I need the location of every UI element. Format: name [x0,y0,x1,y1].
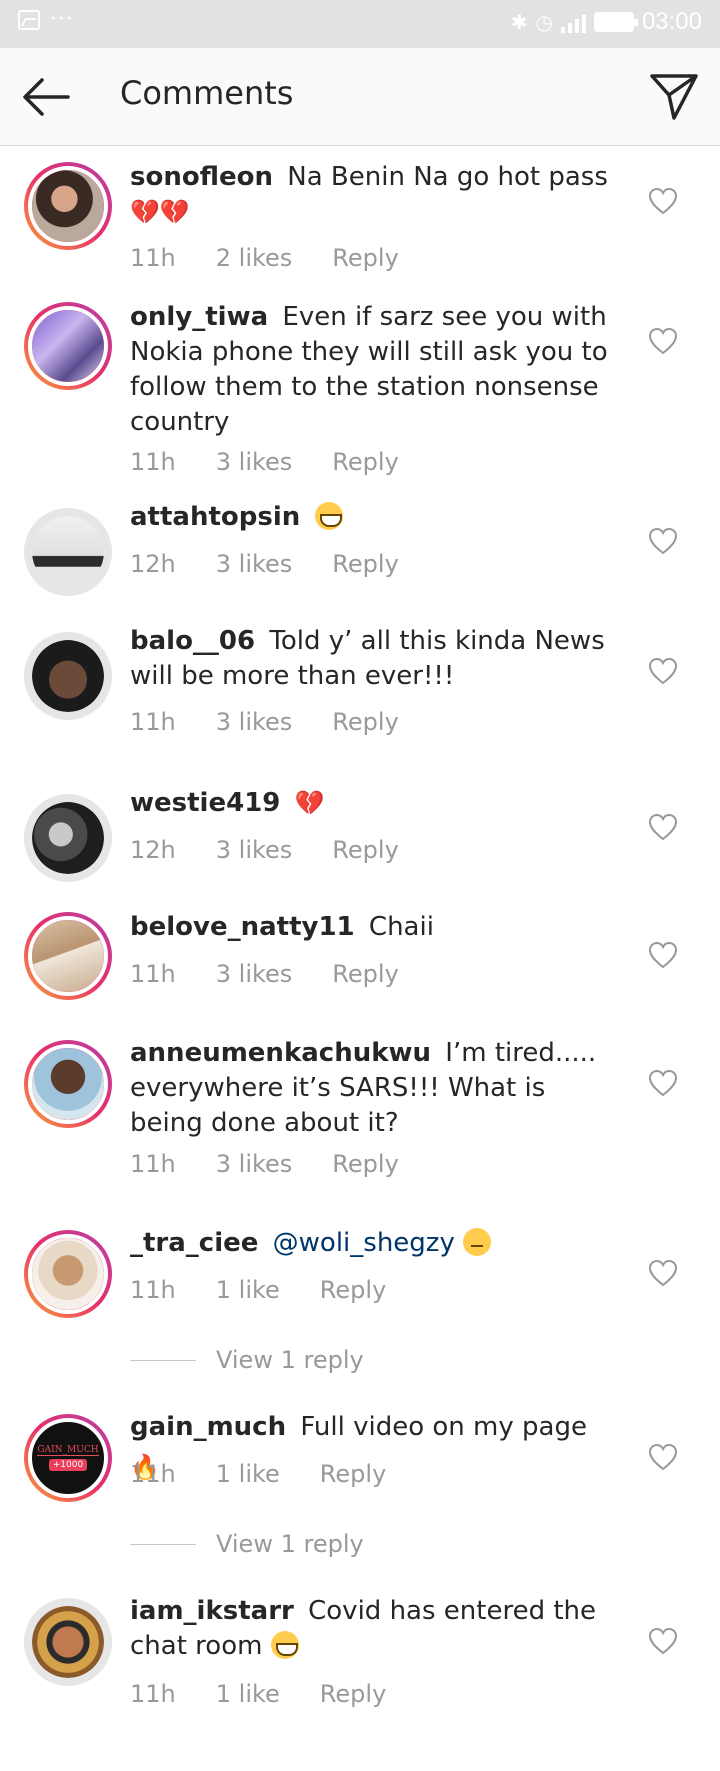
comment-username[interactable]: sonofleon [130,162,273,192]
comment-time: 11h [130,1276,176,1304]
reply-button[interactable]: Reply [332,836,398,864]
avatar[interactable]: GAIN_MUCH +1000 [24,1414,112,1502]
avatar[interactable] [24,302,112,390]
comment-time: 11h [130,1460,176,1488]
comment-username[interactable]: gain_much [130,1412,286,1442]
like-heart-icon[interactable] [648,657,678,685]
bluetooth-icon: ✱ [510,10,528,34]
like-heart-icon[interactable] [648,187,678,215]
avatar[interactable] [24,794,112,882]
avatar[interactable] [24,912,112,1000]
avatar[interactable] [24,632,112,720]
view-replies-button[interactable]: View 1 reply [130,1346,364,1374]
divider [130,1543,196,1545]
app-header: Comments [0,48,720,146]
direct-send-icon[interactable] [648,70,700,122]
comment-likes[interactable]: 3 likes [216,448,293,476]
gallery-notification-icon [18,10,40,30]
comment-likes[interactable]: 1 like [216,1460,280,1488]
comment-time: 12h [130,836,176,864]
comment-username[interactable]: attahtopsin [130,502,300,532]
like-heart-icon[interactable] [648,813,678,841]
broken-heart-emoji: 💔 [294,789,325,817]
avatar-follower-badge: +1000 [48,1459,88,1471]
divider [130,1359,196,1361]
comment-likes[interactable]: 1 like [216,1680,280,1708]
clock: 03:00 [641,8,702,35]
avatar[interactable] [24,508,112,596]
more-notifications-icon: ··· [50,7,74,32]
broken-heart-emoji: 💔💔 [130,198,190,226]
comment-time: 12h [130,550,176,578]
battery-icon [593,12,638,32]
comment-username[interactable]: only_tiwa [130,302,268,332]
comment-username[interactable]: _tra_ciee [130,1228,258,1258]
comment-likes[interactable]: 3 likes [216,550,293,578]
like-heart-icon[interactable] [648,1259,678,1287]
comment-likes[interactable]: 3 likes [216,708,293,736]
reply-button[interactable]: Reply [332,708,398,736]
avatar[interactable] [24,162,112,250]
comment-time: 11h [130,1680,176,1708]
like-heart-icon[interactable] [648,941,678,969]
comment-likes[interactable]: 3 likes [216,836,293,864]
comment-likes[interactable]: 3 likes [216,1150,293,1178]
back-arrow-icon[interactable] [20,72,72,122]
like-heart-icon[interactable] [648,1443,678,1471]
avatar[interactable] [24,1230,112,1318]
reply-button[interactable]: Reply [332,960,398,988]
reply-button[interactable]: Reply [332,550,398,578]
comment-time: 11h [130,960,176,988]
reply-button[interactable]: Reply [320,1680,386,1708]
comment-time: 11h [130,244,176,272]
alarm-icon: ◷ [535,10,553,34]
comment-time: 11h [130,1150,176,1178]
comment-likes[interactable]: 1 like [216,1276,280,1304]
like-heart-icon[interactable] [648,1627,678,1655]
comment-username[interactable]: iam_ikstarr [130,1596,294,1626]
like-heart-icon[interactable] [648,327,678,355]
like-heart-icon[interactable] [648,1069,678,1097]
signal-icon [560,11,586,33]
comment-text: Chaii [368,912,434,942]
reply-button[interactable]: Reply [332,1150,398,1178]
grinning-emoji [270,1631,299,1659]
view-replies-label: View 1 reply [216,1530,364,1558]
avatar-logo-text: GAIN_MUCH [37,1445,99,1456]
avatar[interactable] [24,1040,112,1128]
page-title: Comments [120,74,294,112]
comment-text: Na Benin Na go hot pass [287,162,608,192]
view-replies-label: View 1 reply [216,1346,364,1374]
neutral-face-emoji [463,1228,492,1256]
status-bar: ··· ✱ ◷ 03:00 [0,0,720,48]
comment-username[interactable]: westie419 [130,788,280,818]
comment-likes[interactable]: 2 likes [216,244,293,272]
comment-time: 11h [130,448,176,476]
comment-text: Full video on my page [300,1412,587,1442]
comment-mention[interactable]: @woli_shegzy [273,1228,455,1258]
avatar[interactable] [24,1598,112,1686]
like-heart-icon[interactable] [648,527,678,555]
comment-time: 11h [130,708,176,736]
comment-likes[interactable]: 3 likes [216,960,293,988]
comment-username[interactable]: anneumenkachukwu [130,1038,431,1068]
reply-button[interactable]: Reply [332,244,398,272]
reply-button[interactable]: Reply [332,448,398,476]
comment-username[interactable]: belove_natty11 [130,912,355,942]
reply-button[interactable]: Reply [320,1276,386,1304]
comment-username[interactable]: balo__06 [130,626,255,656]
view-replies-button[interactable]: View 1 reply [130,1530,364,1558]
reply-button[interactable]: Reply [320,1460,386,1488]
grinning-emoji [314,502,343,530]
